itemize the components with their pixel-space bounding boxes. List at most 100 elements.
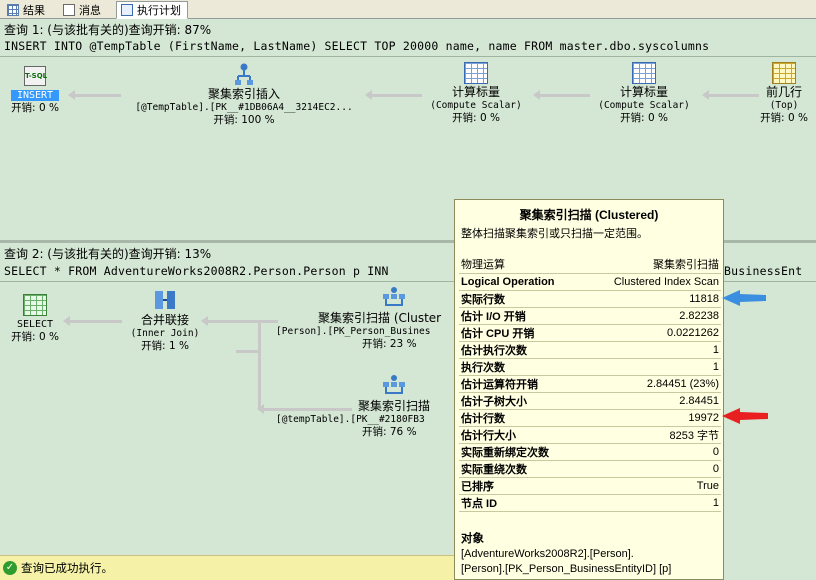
node-scan1-sub: [Person].[PK_Person_Busines — [276, 326, 431, 337]
tooltip-row: 估计子树大小 2.84451 — [459, 392, 721, 410]
node-scalar1-cost: 开销: 0 % — [452, 112, 500, 124]
node-scalar2-cost: 开销: 0 % — [620, 112, 668, 124]
node-merge-sub: (Inner Join) — [130, 328, 200, 339]
red-annotation-arrow — [722, 408, 768, 424]
flow-arrow — [533, 90, 590, 100]
node-top[interactable]: 前几行 (Top) 开销: 0 % — [752, 62, 816, 125]
tooltip-properties-table: 物理运算 聚集索引扫描 Logical Operation Clustered Ind… — [459, 256, 721, 512]
tooltip-row: 实际重绕次数 0 — [459, 460, 721, 478]
node-scalar1-sub: (Compute Scalar) — [430, 100, 522, 111]
node-scan1-cost: 开销: 23 % — [362, 338, 417, 350]
node-select-name: SELECT — [16, 319, 54, 330]
tooltip-row-value: 0.0221262 — [582, 324, 721, 342]
compute-scalar-icon — [632, 62, 656, 84]
results-grid-icon — [7, 4, 19, 16]
tooltip-row-key: 估计执行次数 — [459, 341, 583, 359]
tooltip-row-value: 8253 字节 — [582, 426, 721, 444]
tooltip-description: 整体扫描聚集索引或只扫描一定范围。 — [461, 228, 648, 240]
tooltip-row: 估计 CPU 开销 0.0221262 — [459, 324, 721, 342]
query2-sql-tail: BusinessEnt — [724, 264, 803, 278]
node-ci-insert-name: 聚集索引插入 — [207, 87, 280, 101]
tooltip-row-value: 0 — [582, 443, 721, 461]
tooltip-row: 已排序 True — [459, 477, 721, 495]
tooltip-row-key: Logical Operation — [459, 273, 583, 291]
tooltip-row: 估计执行次数 1 — [459, 341, 721, 359]
node-scan2-cost: 开销: 76 % — [362, 426, 417, 438]
tab-results[interactable]: 结果 — [2, 1, 52, 19]
node-compute-scalar-2[interactable]: 计算标量 (Compute Scalar) 开销: 0 % — [588, 62, 700, 125]
tab-results-label: 结果 — [23, 3, 45, 17]
node-insert-cost: 开销: 0 % — [11, 102, 59, 114]
tooltip-row-value: True — [582, 477, 721, 495]
tooltip-object-line1: [AdventureWorks2008R2].[Person]. — [461, 548, 634, 560]
tooltip-row-value: 聚集索引扫描 — [582, 256, 721, 274]
clustered-index-insert-icon — [235, 63, 253, 85]
status-bar: ✓ 查询已成功执行。 — [0, 555, 454, 580]
tooltip-row-key: 估计行数 — [459, 409, 583, 427]
tooltip-row-value: 11818 — [582, 290, 721, 308]
tooltip-row-key: 估计子树大小 — [459, 392, 583, 410]
flow-arrow — [201, 316, 278, 326]
node-insert-label: INSERT — [10, 90, 60, 101]
tooltip-row: 执行次数 1 — [459, 358, 721, 376]
flow-arrow — [63, 316, 122, 326]
results-tab-bar: 结果 消息 执行计划 — [0, 0, 816, 19]
tooltip-row: Logical Operation Clustered Index Scan — [459, 273, 721, 291]
tooltip-row-key: 节点 ID — [459, 494, 583, 512]
tooltip-row: 估计行数 19972 — [459, 409, 721, 427]
tooltip-row-value: Clustered Index Scan — [582, 273, 721, 291]
compute-scalar-icon — [464, 62, 488, 84]
execution-plan-icon — [121, 4, 133, 16]
tooltip-row: 节点 ID 1 — [459, 494, 721, 512]
tooltip-row-value: 1 — [582, 341, 721, 359]
node-select[interactable]: SELECT 开销: 0 % — [2, 294, 68, 344]
tooltip-row-key: 估计行大小 — [459, 426, 583, 444]
node-compute-scalar-1[interactable]: 计算标量 (Compute Scalar) 开销: 0 % — [420, 62, 532, 125]
tooltip-row-key: 已排序 — [459, 477, 583, 495]
query1-separator — [0, 56, 816, 57]
tooltip-row: 估计 I/O 开销 2.82238 — [459, 307, 721, 325]
flow-arrow — [365, 90, 422, 100]
node-scan1-name: 聚集索引扫描 (Cluster — [318, 311, 442, 325]
node-scan2-name: 聚集索引扫描 — [358, 399, 431, 413]
tab-messages-label: 消息 — [79, 3, 101, 17]
tab-execution-plan[interactable]: 执行计划 — [116, 1, 188, 19]
node-top-name: 前几行 — [765, 85, 802, 99]
tooltip-object-line2: [Person].[PK_Person_BusinessEntityID] [p… — [461, 563, 672, 575]
query2-sql: SELECT * FROM AdventureWorks2008R2.Perso… — [4, 264, 389, 278]
node-top-sub: (Top) — [769, 100, 799, 111]
tooltip-row-key: 实际重新绑定次数 — [459, 443, 583, 461]
tooltip-row: 估计行大小 8253 字节 — [459, 426, 721, 444]
tooltip-row-key: 物理运算 — [459, 256, 583, 274]
node-top-cost: 开销: 0 % — [760, 112, 808, 124]
node-scalar1-name: 计算标量 — [451, 85, 500, 99]
tab-execution-plan-label: 执行计划 — [137, 3, 181, 17]
node-select-cost: 开销: 0 % — [11, 331, 59, 343]
top-operator-icon — [772, 62, 796, 84]
tooltip-row-value: 19972 — [582, 409, 721, 427]
flow-connector — [258, 320, 261, 410]
flow-arrow — [68, 90, 121, 100]
node-ci-insert-cost: 开销: 100 % — [213, 114, 275, 126]
tab-messages[interactable]: 消息 — [58, 1, 108, 19]
tooltip-row-value: 1 — [582, 358, 721, 376]
tooltip-row-key: 估计运算符开销 — [459, 375, 583, 393]
status-text: 查询已成功执行。 — [21, 561, 113, 575]
node-insert[interactable]: T-SQL INSERT 开销: 0 % — [2, 66, 68, 115]
messages-icon — [63, 4, 75, 16]
tooltip-row: 实际重新绑定次数 0 — [459, 443, 721, 461]
node-merge-join[interactable]: 合并联接 (Inner Join) 开销: 1 % — [118, 288, 212, 353]
tooltip-row: 物理运算 聚集索引扫描 — [459, 256, 721, 274]
node-clustered-index-insert[interactable]: 聚集索引插入 [@TempTable].[PK__#1DB06A4__3214E… — [126, 62, 362, 127]
query1-header: 查询 1: (与该批有关的)查询开销: 87% — [4, 23, 212, 37]
node-clustered-index-scan-person[interactable]: 聚集索引扫描 (Cluster [Person].[PK_Person_Busi… — [276, 286, 454, 351]
select-operator-icon — [23, 294, 47, 316]
node-scalar2-name: 计算标量 — [619, 85, 668, 99]
node-scalar2-sub: (Compute Scalar) — [598, 100, 690, 111]
tooltip-row-key: 实际行数 — [459, 290, 583, 308]
tooltip-object-label: 对象 — [461, 533, 484, 545]
tooltip-row-key: 执行次数 — [459, 358, 583, 376]
node-clustered-index-scan-temp[interactable]: 聚集索引扫描 [@tempTable].[PK__#2180FB3 开销: 76… — [276, 374, 454, 439]
tooltip-row-value: 1 — [582, 494, 721, 512]
query1-sql: INSERT INTO @TempTable (FirstName, LastN… — [4, 39, 710, 53]
